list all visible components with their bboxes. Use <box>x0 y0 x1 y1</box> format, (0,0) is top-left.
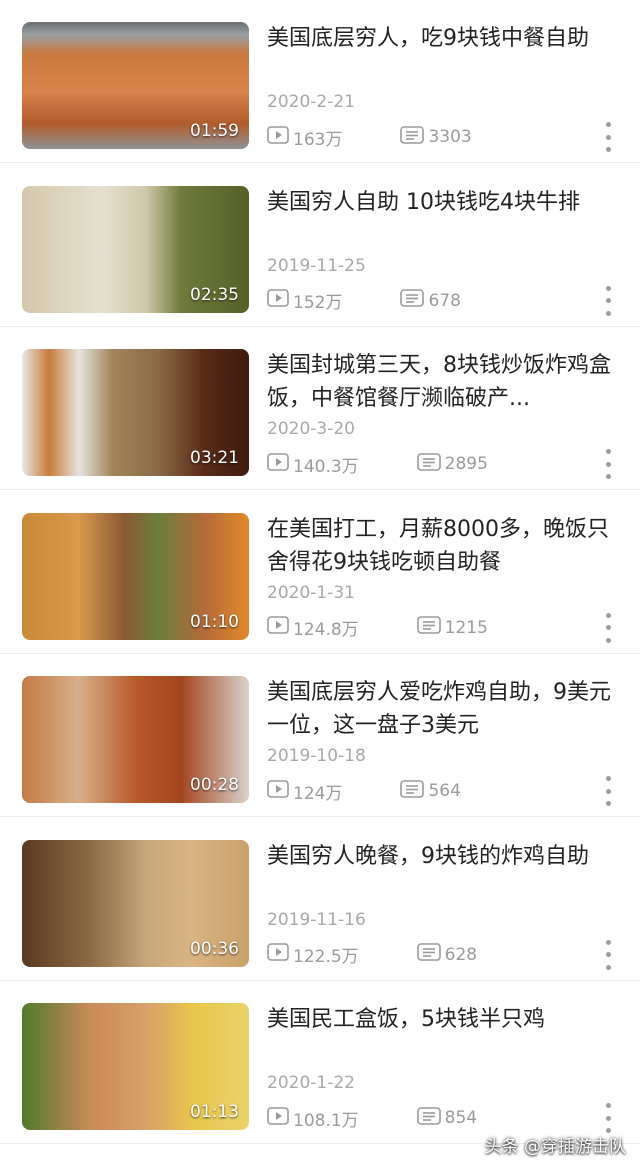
video-list-item[interactable]: 01:59 美国底层穷人，吃9块钱中餐自助 2020-2-21 163万 330… <box>0 0 640 163</box>
video-list-item[interactable]: 00:28 美国底层穷人爱吃炸鸡自助，9美元一位，这一盘子3美元 2019-10… <box>0 654 640 817</box>
video-thumbnail[interactable]: 00:28 <box>22 676 249 803</box>
comment-count: 2895 <box>444 454 488 474</box>
video-date: 2019-11-16 <box>267 909 366 930</box>
video-title[interactable]: 美国底层穷人爱吃炸鸡自助，9美元一位，这一盘子3美元 <box>267 676 617 742</box>
comment-icon <box>400 289 425 312</box>
comment-icon <box>416 452 441 476</box>
more-vertical-icon[interactable] <box>604 1103 612 1133</box>
video-list-item[interactable]: 00:36 美国穷人晚餐，9块钱的炸鸡自助 2019-11-16 122.5万 … <box>0 818 640 981</box>
view-count: 122.5万 <box>293 947 359 967</box>
video-thumbnail[interactable]: 01:59 <box>22 22 249 149</box>
video-title[interactable]: 在美国打工，月薪8000多，晚饭只舍得花9块钱吃顿自助餐 <box>267 513 617 579</box>
video-duration: 01:10 <box>190 611 239 632</box>
comment-count: 628 <box>444 944 478 965</box>
video-stats: 140.3万 2895 <box>267 452 488 477</box>
video-title[interactable]: 美国封城第三天，8块钱炒饭炸鸡盒饭，中餐馆餐厅濒临破产... <box>267 349 617 415</box>
comment-icon <box>416 943 441 966</box>
video-duration: 02:35 <box>190 284 239 305</box>
video-date: 2019-11-25 <box>267 255 366 276</box>
video-title[interactable]: 美国民工盒饭，5块钱半只鸡 <box>267 1003 617 1036</box>
video-duration: 03:21 <box>190 448 239 468</box>
video-thumbnail[interactable]: 01:13 <box>22 1003 249 1130</box>
video-title[interactable]: 美国底层穷人，吃9块钱中餐自助 <box>267 22 617 55</box>
video-stats: 163万 3303 <box>267 125 472 150</box>
video-duration: 01:59 <box>190 121 239 141</box>
video-list-item[interactable]: 03:21 美国封城第三天，8块钱炒饭炸鸡盒饭，中餐馆餐厅濒临破产... 202… <box>0 327 640 490</box>
video-stats: 152万 678 <box>267 289 461 313</box>
video-duration: 01:13 <box>190 1102 239 1122</box>
comment-count: 854 <box>444 1108 478 1128</box>
more-vertical-icon[interactable] <box>604 776 612 806</box>
play-icon <box>267 289 289 312</box>
play-icon <box>267 1106 289 1130</box>
comment-icon <box>400 125 425 149</box>
video-date: 2020-3-20 <box>267 419 355 439</box>
video-list-item[interactable]: 02:35 美国穷人自助 10块钱吃4块牛排 2019-11-25 152万 6… <box>0 164 640 327</box>
video-date: 2020-1-22 <box>267 1073 355 1093</box>
comment-count: 3303 <box>428 127 472 147</box>
view-count: 108.1万 <box>293 1110 359 1131</box>
play-icon <box>267 943 289 966</box>
video-stats: 108.1万 854 <box>267 1106 478 1131</box>
video-stats: 122.5万 628 <box>267 943 478 967</box>
view-count: 124.8万 <box>293 620 359 640</box>
watermark: 头条 @穿插游击队 <box>484 1137 626 1157</box>
comment-icon <box>400 779 425 803</box>
video-date: 2020-2-21 <box>267 92 355 112</box>
comment-count: 564 <box>428 781 461 801</box>
video-list-item[interactable]: 01:10 在美国打工，月薪8000多，晚饭只舍得花9块钱吃顿自助餐 2020-… <box>0 491 640 654</box>
comment-count: 1215 <box>444 617 488 638</box>
play-icon <box>267 125 289 149</box>
comment-icon <box>416 1106 441 1130</box>
more-vertical-icon[interactable] <box>604 285 612 316</box>
comment-count: 678 <box>428 290 461 311</box>
play-icon <box>267 452 289 476</box>
video-date: 2019-10-18 <box>267 746 366 766</box>
video-thumbnail[interactable]: 01:10 <box>22 512 249 640</box>
video-duration: 00:28 <box>190 775 239 795</box>
play-icon <box>267 616 289 639</box>
video-thumbnail[interactable]: 03:21 <box>22 349 249 476</box>
video-list-item[interactable]: 01:13 美国民工盒饭，5块钱半只鸡 2020-1-22 108.1万 854 <box>0 981 640 1144</box>
video-title[interactable]: 美国穷人自助 10块钱吃4块牛排 <box>267 186 617 219</box>
view-count: 152万 <box>293 293 343 313</box>
comment-icon <box>416 616 441 639</box>
view-count: 163万 <box>293 129 343 150</box>
video-stats: 124万 564 <box>267 779 461 804</box>
video-stats: 124.8万 1215 <box>267 616 488 640</box>
view-count: 124万 <box>293 783 343 804</box>
more-vertical-icon[interactable] <box>604 449 612 479</box>
video-thumbnail[interactable]: 02:35 <box>22 185 249 313</box>
play-icon <box>267 779 289 803</box>
video-duration: 00:36 <box>190 938 239 959</box>
more-vertical-icon[interactable] <box>604 612 612 643</box>
video-date: 2020-1-31 <box>267 582 355 603</box>
more-vertical-icon[interactable] <box>604 122 612 152</box>
video-thumbnail[interactable]: 00:36 <box>22 839 249 967</box>
view-count: 140.3万 <box>293 456 359 477</box>
more-vertical-icon[interactable] <box>604 939 612 970</box>
video-title[interactable]: 美国穷人晚餐，9块钱的炸鸡自助 <box>267 840 617 873</box>
